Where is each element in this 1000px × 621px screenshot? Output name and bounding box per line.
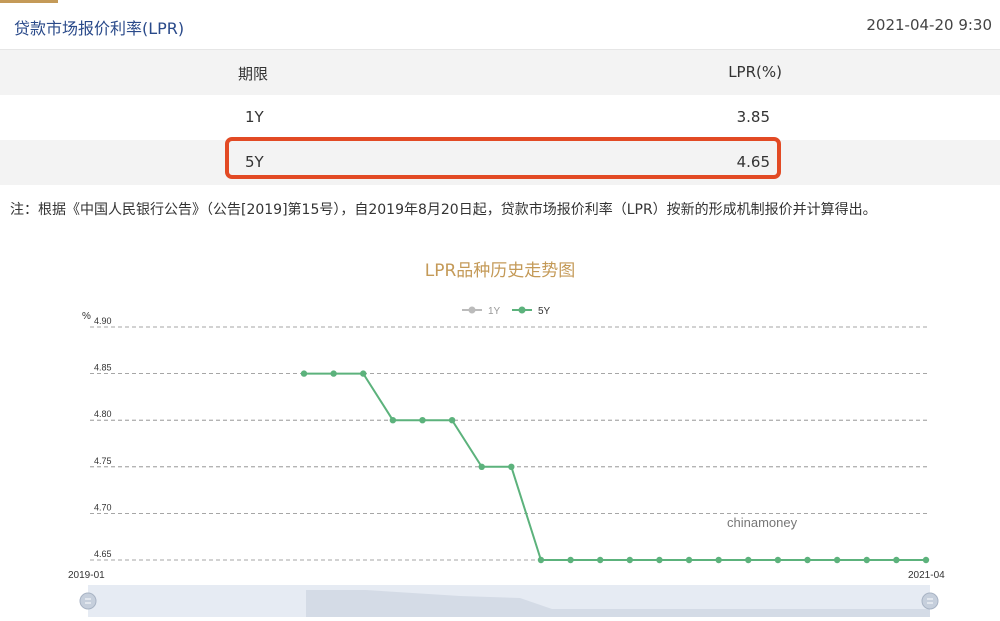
y-tick-label: 4.80 bbox=[94, 409, 112, 419]
watermark: chinamoney bbox=[727, 515, 798, 530]
zoom-handle-left[interactable] bbox=[79, 592, 97, 610]
y-axis: % 4.90 4.85 4.80 4.75 4.70 4.65 bbox=[82, 311, 112, 559]
data-point[interactable] bbox=[360, 370, 367, 377]
legend-label-5y: 5Y bbox=[538, 306, 551, 317]
chart-title: LPR品种历史走势图 bbox=[424, 261, 576, 281]
data-point[interactable] bbox=[300, 370, 308, 377]
y-tick-label: 4.65 bbox=[94, 549, 112, 559]
page-header: 贷款市场报价利率(LPR) 2021-04-20 9:30 bbox=[0, 0, 1000, 50]
y-tick-label: 4.75 bbox=[94, 456, 112, 466]
data-point[interactable] bbox=[626, 556, 634, 564]
data-point[interactable] bbox=[863, 556, 870, 564]
data-point[interactable] bbox=[478, 463, 485, 470]
y-tick-label: 4.90 bbox=[94, 316, 112, 326]
x-axis-end-label: 2021-04 bbox=[908, 570, 945, 581]
data-point[interactable] bbox=[448, 417, 456, 424]
y-tick-label: 4.85 bbox=[94, 363, 112, 373]
page-title: 贷款市场报价利率(LPR) bbox=[14, 19, 185, 38]
table-header-row: 期限 LPR(%) bbox=[0, 50, 1000, 95]
data-point[interactable] bbox=[656, 556, 663, 564]
data-point[interactable] bbox=[508, 463, 515, 470]
chart-legend[interactable]: 1Y 5Y bbox=[462, 306, 551, 317]
rate-cell: 3.85 bbox=[736, 108, 770, 126]
data-point[interactable] bbox=[922, 556, 930, 564]
data-point[interactable] bbox=[774, 556, 782, 564]
term-cell: 1Y bbox=[245, 108, 264, 126]
footnote: 注：根据《中国人民银行公告》（公告[2019]第15号），自2019年8月20日… bbox=[10, 202, 877, 218]
data-point[interactable] bbox=[419, 417, 426, 424]
data-point[interactable] bbox=[537, 556, 545, 564]
data-point[interactable] bbox=[833, 556, 841, 564]
y-tick-label: 4.70 bbox=[94, 502, 112, 512]
data-point[interactable] bbox=[567, 556, 574, 564]
data-point[interactable] bbox=[389, 417, 397, 424]
table-row: 1Y 3.85 bbox=[0, 95, 1000, 140]
data-point[interactable] bbox=[596, 556, 604, 564]
data-point[interactable] bbox=[893, 556, 900, 564]
data-zoom-slider[interactable] bbox=[79, 585, 939, 617]
publish-datetime: 2021-04-20 9:30 bbox=[866, 16, 992, 34]
zoom-handle-right[interactable] bbox=[921, 592, 939, 610]
legend-item-1y[interactable]: 1Y bbox=[462, 306, 501, 317]
row-highlight-box bbox=[225, 137, 781, 179]
data-point[interactable] bbox=[685, 556, 693, 564]
data-point[interactable] bbox=[804, 556, 811, 564]
legend-item-5y[interactable]: 5Y bbox=[512, 306, 551, 317]
chart-grid bbox=[90, 326, 928, 561]
lpr-trend-chart: % 4.90 4.85 4.80 4.75 4.70 4.65 1Y 5Y chinamo… bbox=[68, 306, 945, 617]
column-header-rate: LPR(%) bbox=[728, 63, 782, 81]
data-point[interactable] bbox=[715, 556, 722, 564]
x-axis-start-label: 2019-01 bbox=[68, 570, 105, 581]
legend-label-1y: 1Y bbox=[488, 306, 501, 317]
header-accent-bar bbox=[0, 0, 58, 3]
column-header-term: 期限 bbox=[238, 65, 269, 83]
data-point[interactable] bbox=[745, 556, 752, 564]
y-axis-unit: % bbox=[82, 311, 91, 322]
data-point[interactable] bbox=[330, 370, 337, 377]
